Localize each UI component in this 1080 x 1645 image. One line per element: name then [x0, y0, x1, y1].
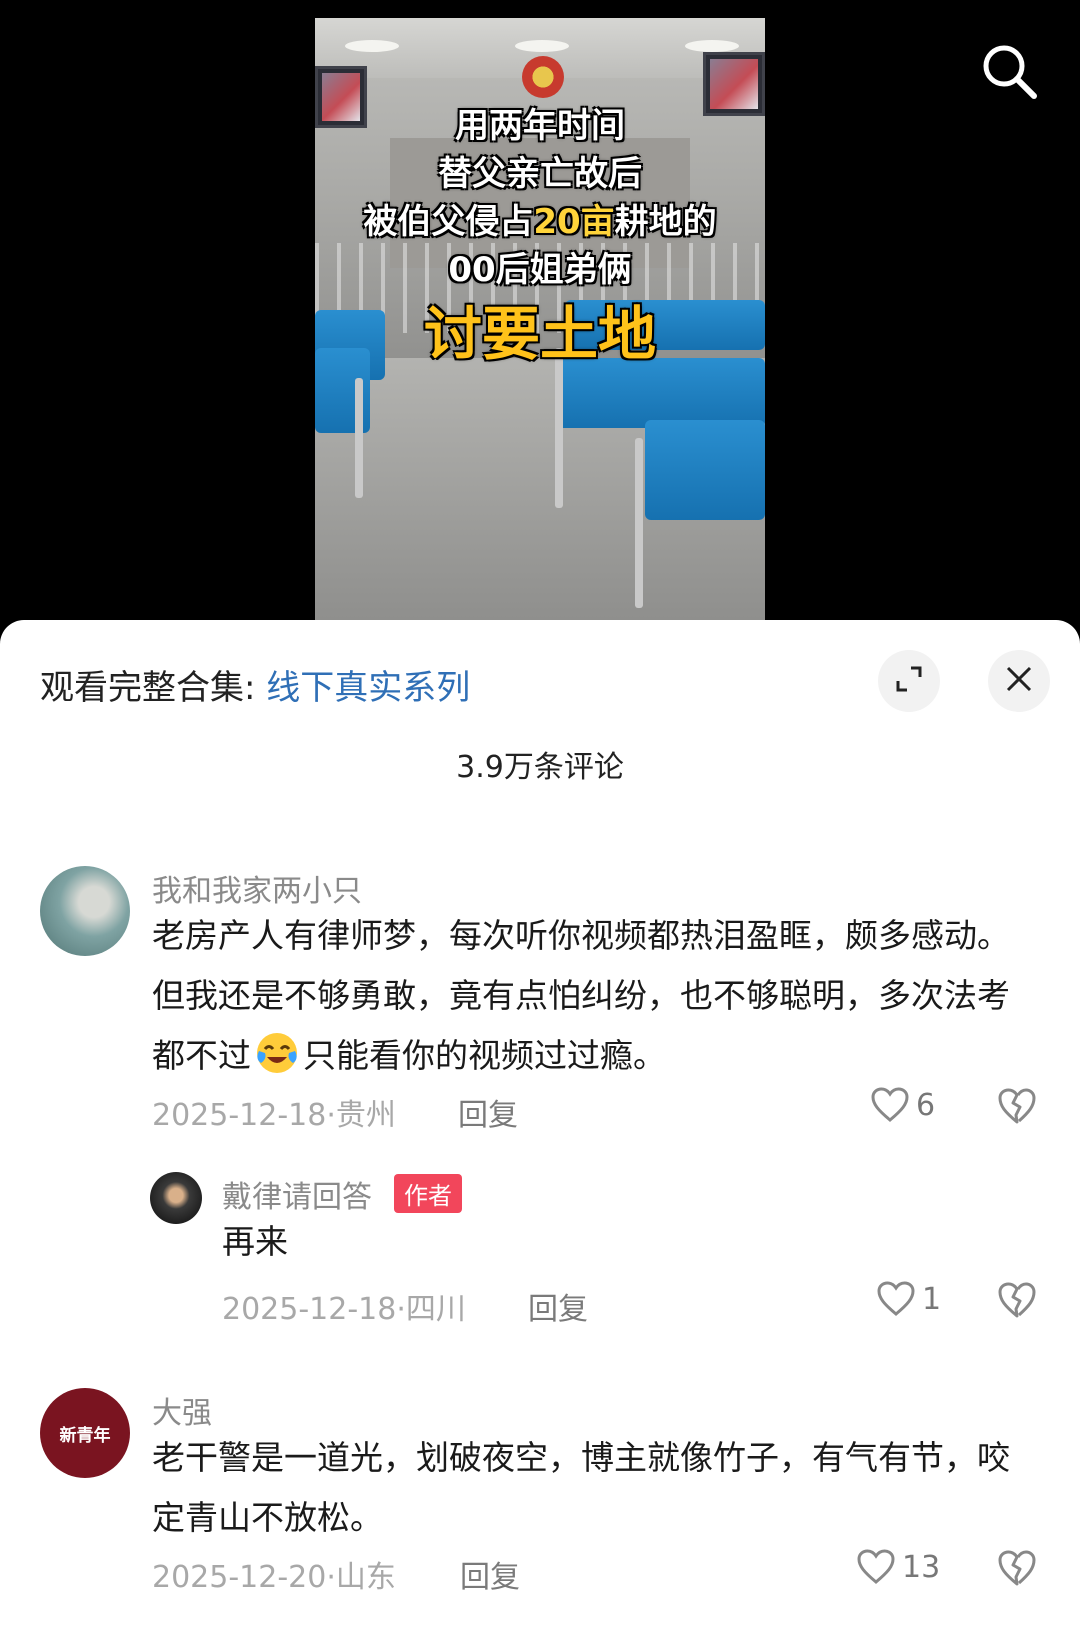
overlay-headline: 讨要土地 [423, 300, 656, 368]
like-count: 1 [922, 1281, 942, 1317]
comment-meta: 2025-12-18·四川 [222, 1292, 466, 1327]
comment-username[interactable]: 我和我家两小只 [152, 866, 362, 910]
overlay-line: 00后姐弟俩 [448, 250, 632, 290]
comment-text: 老房产人有律师梦，每次听你视频都热泪盈眶，颇多感动。但我还是不够勇敢，竟有点怕纠… [152, 906, 1042, 1086]
seat-leg [635, 438, 643, 608]
ceiling-light [685, 40, 739, 52]
avatar-logo-text: 新青年 [59, 1425, 111, 1446]
comment-date: 2025-12-18 [222, 1292, 397, 1327]
like-button[interactable]: 13 [856, 1548, 940, 1586]
like-button[interactable]: 1 [876, 1280, 941, 1318]
broken-heart-icon [998, 1550, 1036, 1586]
avatar[interactable] [40, 866, 130, 956]
like-count: 6 [916, 1087, 936, 1123]
collection-row[interactable]: 观看完整合集: 线下真实系列 [40, 660, 470, 709]
seat-leg [355, 378, 363, 498]
expand-icon [894, 664, 924, 698]
comment-text-part: 只能看你的视频过过瘾。 [303, 1036, 666, 1075]
comment-location: 山东 [335, 1560, 396, 1595]
avatar[interactable]: 新青年 [40, 1388, 130, 1478]
overlay-highlight: 20亩 [533, 202, 615, 242]
search-icon[interactable] [978, 40, 1042, 104]
avatar[interactable] [150, 1172, 202, 1224]
overlay-text: 耕地的 [614, 202, 717, 242]
comment-meta: 2025-12-18·贵州 [152, 1098, 396, 1133]
reply-button[interactable]: 回复 [528, 1284, 588, 1328]
reply-button[interactable]: 回复 [460, 1552, 520, 1596]
video-player[interactable]: 用两年时间 替父亲亡故后 被伯父侵占20亩耕地的 00后姐弟俩 讨要土地 [0, 0, 1080, 640]
crying-laughing-emoji [253, 1029, 301, 1075]
comment-text: 老干警是一道光，划破夜空，博主就像竹子，有气有节，咬定青山不放松。 [152, 1438, 1010, 1537]
close-button[interactable] [988, 650, 1050, 712]
comment-date: 2025-12-18 [152, 1098, 327, 1133]
comment-meta: 2025-12-20·山东 [152, 1560, 396, 1595]
dislike-button[interactable] [996, 1086, 1038, 1130]
ceiling-light [515, 40, 569, 52]
comment-date: 2025-12-20 [152, 1560, 327, 1595]
overlay-text: 被伯父侵占 [363, 202, 534, 242]
overlay-line: 用两年时间 [455, 106, 625, 146]
overlay-line: 被伯父侵占20亩耕地的 [315, 198, 765, 246]
overlay-line: 替父亲亡故后 [438, 154, 642, 194]
comment-sheet: 观看完整合集: 线下真实系列 3.9万条评论 我和我家两小只 老房产人有律师梦，… [0, 620, 1080, 1645]
broken-heart-icon [998, 1088, 1036, 1124]
heart-icon [857, 1549, 895, 1584]
comment-location: 贵州 [335, 1098, 396, 1133]
blue-seat [645, 420, 765, 520]
close-icon [1004, 664, 1034, 698]
collection-link[interactable]: 线下真实系列 [266, 668, 470, 708]
heart-icon [877, 1281, 915, 1316]
broken-heart-icon [998, 1282, 1036, 1318]
dislike-button[interactable] [996, 1280, 1038, 1324]
like-count: 13 [902, 1549, 941, 1585]
author-badge: 作者 [394, 1174, 462, 1213]
expand-button[interactable] [878, 650, 940, 712]
reply-button[interactable]: 回复 [458, 1090, 518, 1134]
comment-location: 四川 [405, 1292, 466, 1327]
comment-username[interactable]: 大强 [152, 1388, 212, 1432]
national-emblem [522, 56, 564, 98]
video-title-overlay: 用两年时间 替父亲亡故后 被伯父侵占20亩耕地的 00后姐弟俩 讨要土地 [315, 102, 765, 374]
collection-prefix: 观看完整合集: [40, 668, 267, 708]
comment-username[interactable]: 戴律请回答 [222, 1172, 372, 1216]
ceiling-light [345, 40, 399, 52]
video-frame[interactable]: 用两年时间 替父亲亡故后 被伯父侵占20亩耕地的 00后姐弟俩 讨要土地 [315, 18, 765, 620]
dislike-button[interactable] [996, 1548, 1038, 1592]
comment-count: 3.9万条评论 [456, 750, 624, 785]
comment-text: 再来 [222, 1222, 288, 1261]
like-button[interactable]: 6 [870, 1086, 935, 1124]
heart-icon [871, 1087, 909, 1122]
